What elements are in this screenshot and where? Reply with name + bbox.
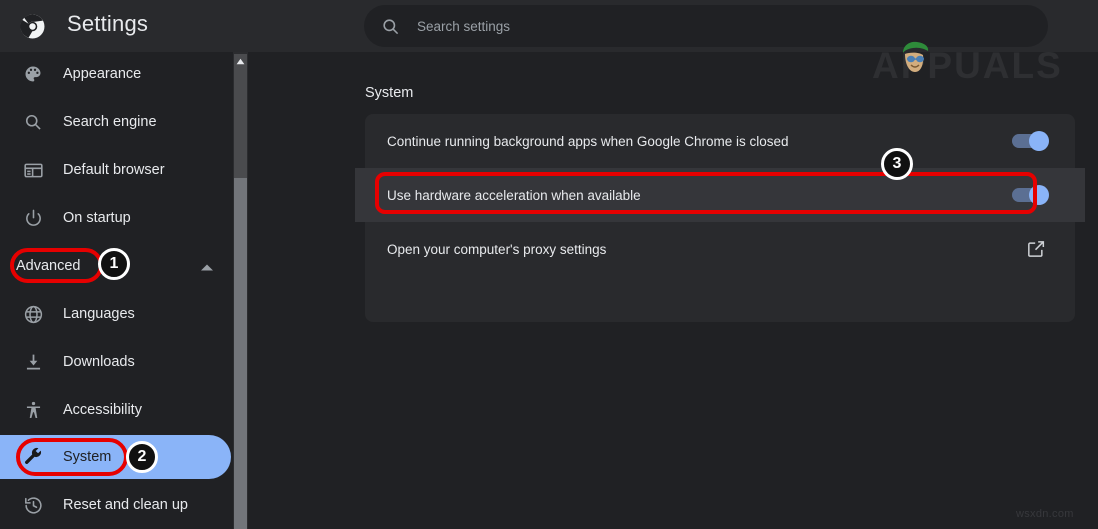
sidebar-item-label: Appearance [63, 66, 141, 82]
sidebar-item-downloads[interactable]: Downloads [0, 340, 233, 384]
download-icon [22, 351, 44, 373]
hardware-acceleration-toggle[interactable] [1012, 188, 1046, 202]
sidebar-item-label: Accessibility [63, 402, 142, 418]
sidebar-item-label: Advanced [16, 258, 81, 274]
sidebar-item-default-browser[interactable]: Default browser [0, 148, 233, 192]
accessibility-icon [22, 399, 44, 421]
annotation-badge-2: 2 [126, 441, 158, 473]
sidebar-item-label: Reset and clean up [63, 497, 188, 513]
setting-row-background-apps[interactable]: Continue running background apps when Go… [365, 114, 1075, 168]
page-title: Settings [67, 11, 148, 37]
sidebar-item-system[interactable]: System [0, 435, 233, 479]
settings-window: Settings Search settings Appearance [0, 0, 1098, 529]
toggle-knob [1029, 131, 1049, 151]
wrench-icon [22, 446, 44, 468]
scroll-up-arrow-icon[interactable] [236, 58, 245, 65]
sidebar-item-reset-and-clean-up[interactable]: Reset and clean up [0, 483, 233, 527]
setting-label: Continue running background apps when Go… [387, 134, 789, 149]
section-heading-system: System [365, 85, 413, 101]
background-apps-toggle[interactable] [1012, 134, 1046, 148]
sidebar-item-accessibility[interactable]: Accessibility [0, 388, 233, 432]
setting-label: Use hardware acceleration when available [387, 188, 641, 203]
appuals-mascot-icon [895, 38, 933, 82]
sidebar-item-label: System [63, 449, 111, 465]
globe-icon [22, 303, 44, 325]
annotation-badge-3: 3 [881, 148, 913, 180]
palette-icon [22, 63, 44, 85]
browser-window-icon [22, 159, 44, 181]
annotation-badge-1: 1 [98, 248, 130, 280]
sidebar-item-label: On startup [63, 210, 131, 226]
search-input[interactable]: Search settings [417, 19, 510, 34]
chevron-up-icon[interactable] [199, 262, 215, 272]
chrome-logo-icon [20, 14, 45, 39]
history-icon [22, 494, 44, 516]
sidebar-item-label: Downloads [63, 354, 135, 370]
sidebar-scrollbar-thumb[interactable] [234, 178, 247, 529]
search-icon [381, 17, 400, 36]
system-settings-card: Continue running background apps when Go… [365, 114, 1075, 322]
settings-main-content: System Continue running background apps … [248, 52, 1098, 529]
external-link-icon[interactable] [1026, 239, 1046, 259]
settings-sidebar: Appearance Search engine D [0, 52, 233, 529]
setting-row-hardware-acceleration[interactable]: Use hardware acceleration when available [355, 168, 1085, 222]
sidebar-item-appearance[interactable]: Appearance [0, 52, 233, 96]
sidebar-scrollbar-upper-region[interactable] [234, 54, 247, 178]
search-icon [22, 111, 44, 133]
sidebar-item-on-startup[interactable]: On startup [0, 196, 233, 240]
search-settings-box[interactable]: Search settings [364, 5, 1048, 47]
sidebar-item-label: Search engine [63, 114, 157, 130]
site-watermark: wsxdn.com [1016, 508, 1074, 520]
sidebar-item-languages[interactable]: Languages [0, 292, 233, 336]
sidebar-item-label: Default browser [63, 162, 165, 178]
setting-label: Open your computer's proxy settings [387, 242, 606, 257]
toggle-knob [1029, 185, 1049, 205]
power-icon [22, 207, 44, 229]
sidebar-item-search-engine[interactable]: Search engine [0, 100, 233, 144]
sidebar-item-label: Languages [63, 306, 135, 322]
setting-row-proxy-settings[interactable]: Open your computer's proxy settings [365, 222, 1075, 276]
